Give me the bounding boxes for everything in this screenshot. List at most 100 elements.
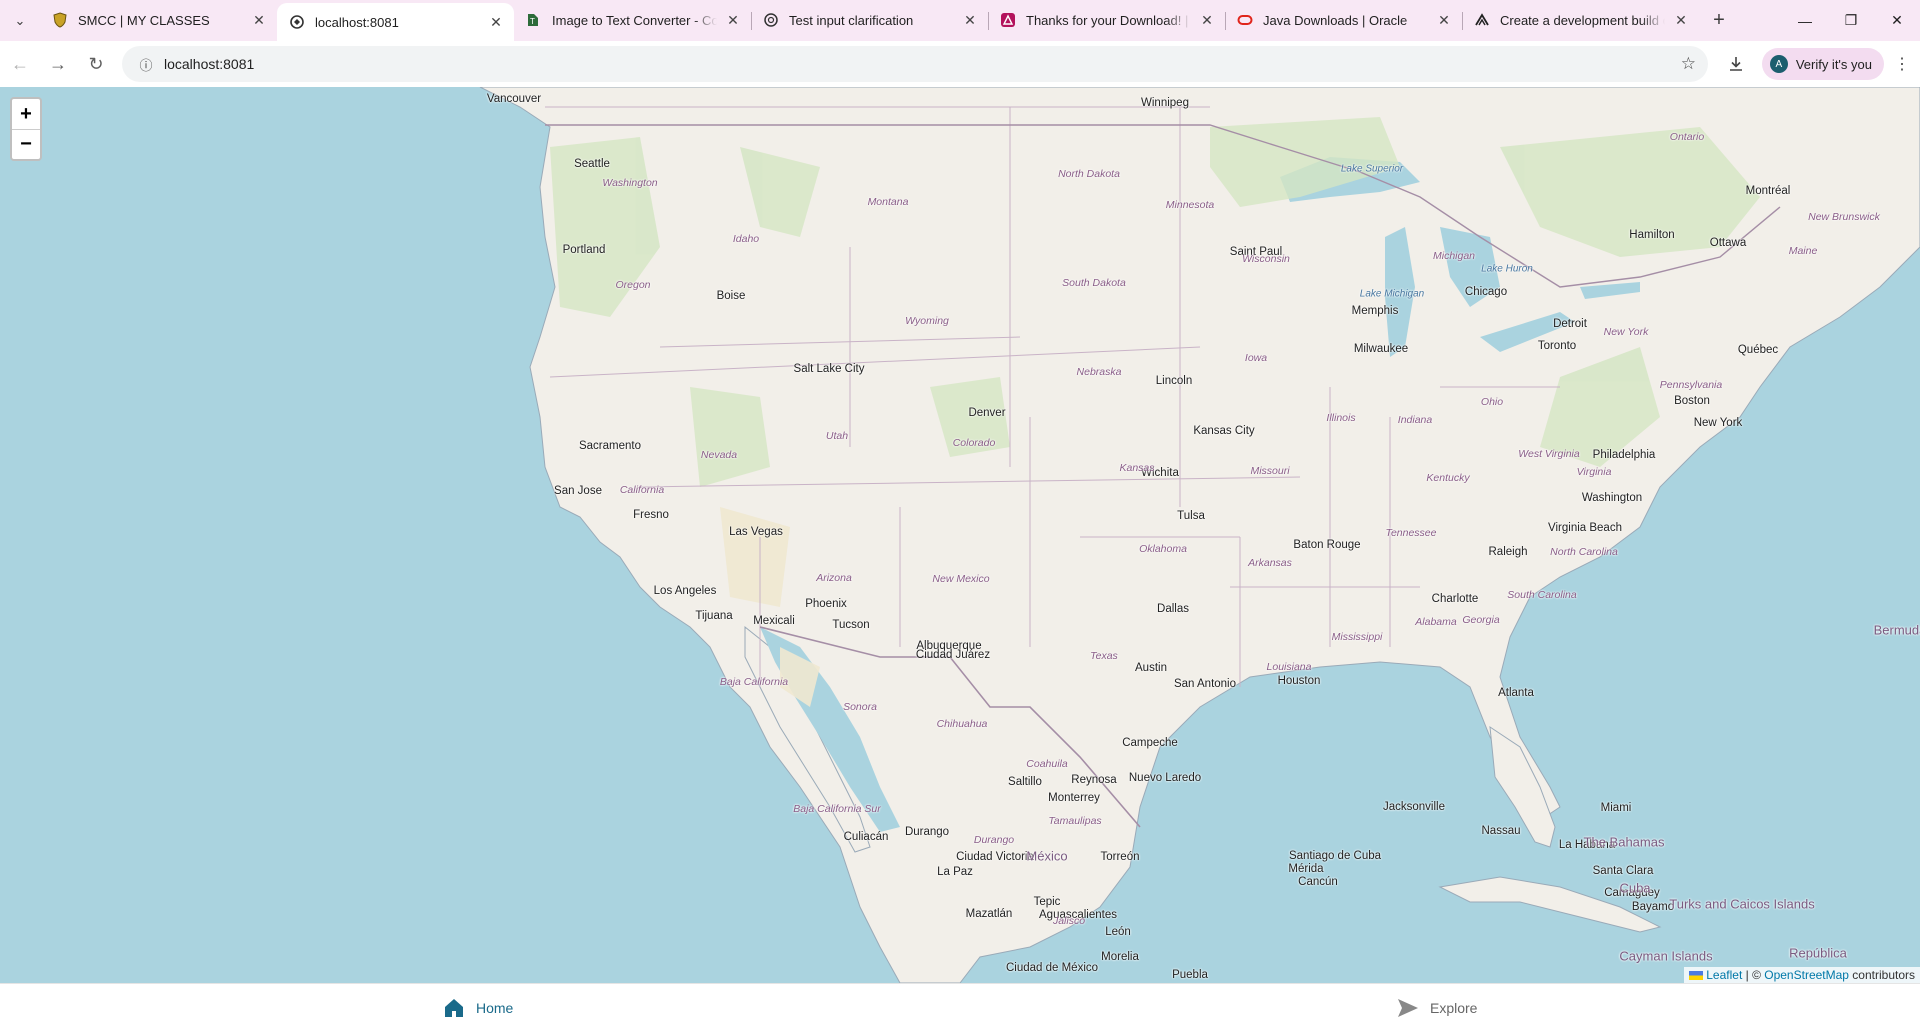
city-label: Kansas City <box>1193 425 1255 437</box>
state-label: Coahuila <box>1026 758 1068 770</box>
leaflet-flag-icon <box>1688 968 1703 982</box>
state-label: New York <box>1603 326 1649 338</box>
tab-acrobat[interactable]: Thanks for your Download! | Ac ✕ <box>988 3 1225 37</box>
tab-title: Test input clarification <box>789 12 914 28</box>
city-label: Miami <box>1600 802 1632 814</box>
profile-label: Verify it's you <box>1795 56 1872 72</box>
state-label: Wyoming <box>905 315 949 327</box>
close-icon[interactable]: ✕ <box>1673 12 1689 28</box>
city-label: Puebla <box>1172 969 1208 981</box>
city-label: Mexicali <box>753 615 795 627</box>
city-label: Torreón <box>1100 851 1140 863</box>
state-label: South Carolina <box>1507 589 1577 601</box>
city-label: Santiago de Cuba <box>1288 850 1382 862</box>
country-label: República <box>1789 945 1847 961</box>
close-window-icon[interactable]: ✕ <box>1874 0 1920 41</box>
forward-button[interactable]: → <box>40 46 76 82</box>
city-label: Montréal <box>1745 185 1791 197</box>
city-label: Sacramento <box>578 440 642 452</box>
state-label: Nebraska <box>1076 366 1122 378</box>
nav-home-label: Home <box>476 1000 514 1016</box>
profile-button[interactable]: A Verify it's you <box>1761 48 1884 80</box>
tab-list: SMCC | MY CLASSES ✕ localhost:8081 ✕ T I… <box>40 0 1699 41</box>
tab-title: Thanks for your Download! | Ac <box>1026 12 1191 28</box>
tab-chatgpt[interactable]: Test input clarification ✕ <box>751 3 988 37</box>
nav-explore[interactable]: Explore <box>1396 996 1477 1020</box>
tab-oracle[interactable]: Java Downloads | Oracle ✕ <box>1225 3 1462 37</box>
state-label: Mississippi <box>1331 631 1383 643</box>
city-label: San Jose <box>554 485 602 497</box>
menu-icon[interactable]: ⋮ <box>1884 46 1920 82</box>
state-label: North Carolina <box>1550 546 1618 558</box>
state-label: New Brunswick <box>1808 211 1880 223</box>
tab-localhost[interactable]: localhost:8081 ✕ <box>277 3 514 41</box>
water-label: Lake Superior <box>1340 163 1404 175</box>
tab-expo[interactable]: Create a development build on ✕ <box>1462 3 1699 37</box>
city-label: Tulsa <box>1177 510 1205 522</box>
restore-icon[interactable]: ❐ <box>1828 0 1874 41</box>
city-label: Jacksonville <box>1383 801 1445 813</box>
close-icon[interactable]: ✕ <box>1199 12 1215 28</box>
tab-title: Create a development build on <box>1500 12 1665 28</box>
tab-search-chevron-icon[interactable]: ⌄ <box>0 0 40 41</box>
map-container[interactable]: Vancouver Winnipeg Seattle Portland Boise Sal… <box>0 87 1920 983</box>
city-label: Milwaukee <box>1353 343 1409 355</box>
zoom-in-button[interactable]: + <box>12 99 40 129</box>
city-label: Morelia <box>1101 951 1139 963</box>
state-label: Ohio <box>1480 396 1504 408</box>
bookmark-star-icon[interactable]: ☆ <box>1681 54 1696 74</box>
city-label: San Antonio <box>1173 678 1237 690</box>
reload-button[interactable]: ↻ <box>78 46 114 82</box>
state-label: Illinois <box>1326 412 1356 424</box>
close-icon[interactable]: ✕ <box>725 12 741 28</box>
country-label: Cuba <box>1619 880 1651 896</box>
zoom-out-button[interactable]: − <box>12 129 40 159</box>
tab-title: localhost:8081 <box>315 14 399 30</box>
back-button[interactable]: ← <box>2 46 38 82</box>
city-label: Bayamo <box>1631 901 1675 913</box>
leaflet-link[interactable]: Leaflet <box>1706 968 1742 982</box>
expo-icon <box>1474 12 1490 28</box>
download-icon[interactable] <box>1718 46 1754 82</box>
city-label: Charlotte <box>1431 593 1479 605</box>
address-bar[interactable]: ⓘ localhost:8081 ☆ <box>122 46 1708 82</box>
state-label: Tennessee <box>1385 527 1437 539</box>
site-info-icon[interactable]: ⓘ <box>130 55 162 74</box>
tab-title: Java Downloads | Oracle <box>1263 12 1408 28</box>
state-label: California <box>619 484 665 496</box>
nav-home[interactable]: Home <box>442 996 513 1020</box>
city-label: Philadelphia <box>1592 449 1656 461</box>
city-label: Monterrey <box>1048 792 1100 804</box>
state-label: Idaho <box>732 233 760 245</box>
nav-explore-label: Explore <box>1430 1000 1478 1016</box>
city-label: León <box>1105 926 1131 938</box>
city-label: Los Angeles <box>653 585 717 597</box>
tab-smcc[interactable]: SMCC | MY CLASSES ✕ <box>40 3 277 37</box>
state-label: Alabama <box>1415 616 1457 628</box>
close-icon[interactable]: ✕ <box>962 12 978 28</box>
close-icon[interactable]: ✕ <box>251 12 267 28</box>
city-label: Denver <box>968 407 1006 419</box>
close-icon[interactable]: ✕ <box>1436 12 1452 28</box>
state-label: Durango <box>973 834 1015 846</box>
city-label: Phoenix <box>805 598 847 610</box>
url-text[interactable]: localhost:8081 <box>164 56 254 72</box>
tab-image-to-text[interactable]: T Image to Text Converter - Copy ✕ <box>514 3 751 37</box>
city-label: Houston <box>1277 675 1321 687</box>
oracle-icon <box>1237 12 1253 28</box>
city-label: La Paz <box>937 866 973 878</box>
browser-toolbar: ← → ↻ ⓘ localhost:8081 ☆ A Verify it's y… <box>0 41 1920 87</box>
city-label: Mérida <box>1288 863 1324 875</box>
state-label: South Dakota <box>1062 277 1126 289</box>
close-icon[interactable]: ✕ <box>488 14 504 30</box>
acrobat-icon <box>1000 12 1016 28</box>
city-label: Dallas <box>1157 603 1189 615</box>
state-label: Louisiana <box>1266 661 1312 673</box>
new-tab-button[interactable]: + <box>1703 3 1735 37</box>
city-label: Boise <box>716 290 746 302</box>
state-label: Missouri <box>1250 465 1290 477</box>
window-controls: — ❐ ✕ <box>1782 0 1920 41</box>
openai-icon <box>763 12 779 28</box>
minimize-icon[interactable]: — <box>1782 0 1828 41</box>
osm-link[interactable]: OpenStreetMap <box>1764 968 1849 982</box>
